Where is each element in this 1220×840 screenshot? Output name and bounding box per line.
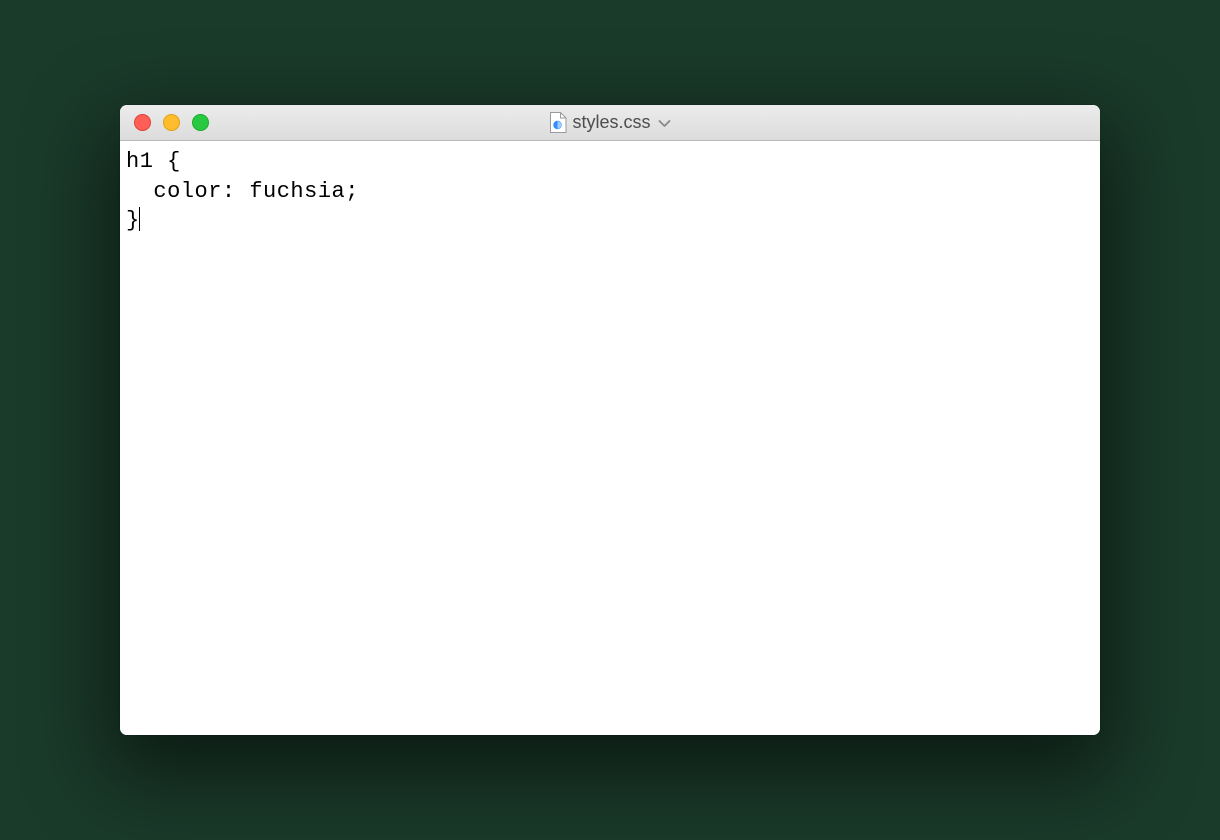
chevron-down-icon[interactable] [659, 112, 671, 133]
text-editor-area[interactable]: h1 { color: fuchsia; } [120, 141, 1100, 735]
editor-content[interactable]: h1 { color: fuchsia; } [126, 147, 1094, 236]
window-title: styles.css [572, 112, 650, 133]
window-titlebar[interactable]: styles.css [120, 105, 1100, 141]
code-line: color: fuchsia; [126, 179, 359, 204]
code-line: } [126, 208, 140, 233]
editor-window: styles.css h1 { color: fuchsia; } [120, 105, 1100, 735]
title-group[interactable]: styles.css [549, 112, 670, 133]
zoom-button[interactable] [192, 114, 209, 131]
css-file-icon [549, 112, 566, 133]
traffic-lights [134, 114, 209, 131]
minimize-button[interactable] [163, 114, 180, 131]
text-cursor [139, 207, 141, 231]
code-line: h1 { [126, 149, 181, 174]
close-button[interactable] [134, 114, 151, 131]
